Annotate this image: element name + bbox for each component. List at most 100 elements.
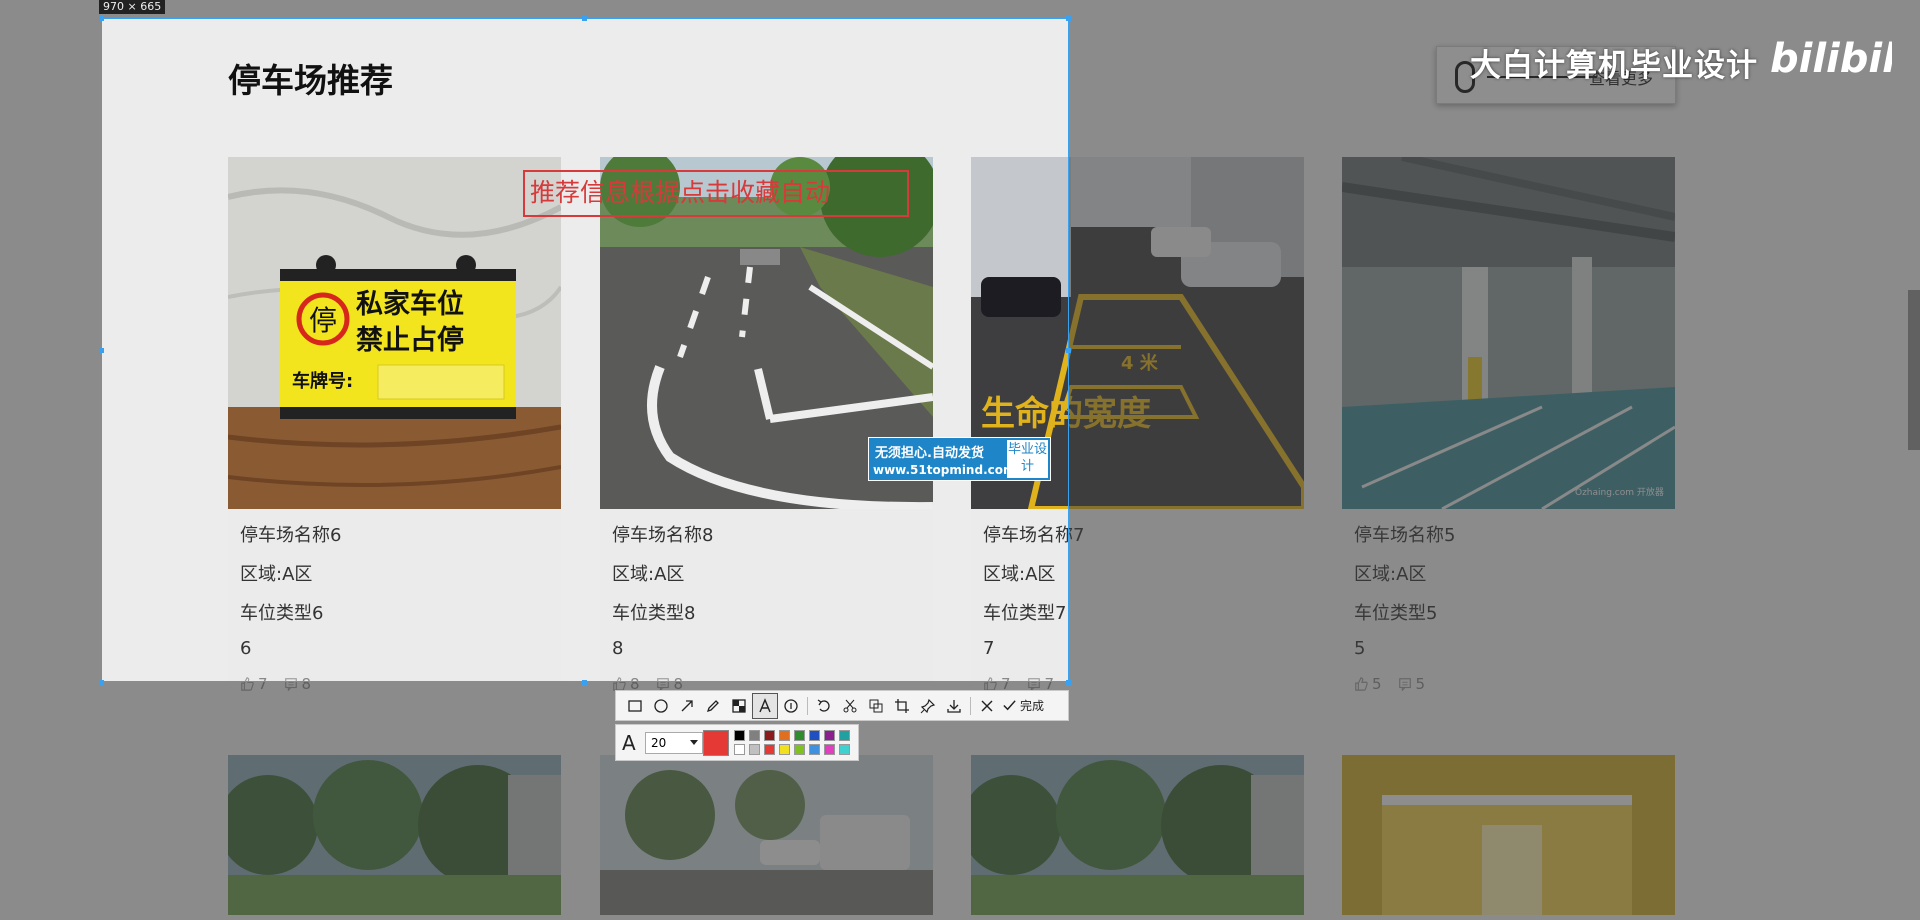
park-trees-image — [228, 755, 561, 915]
save-button[interactable] — [941, 693, 967, 719]
color-swatch[interactable] — [734, 744, 745, 755]
screenshot-selection[interactable] — [101, 18, 1069, 682]
image-credit: Ozhaing.com 开放器 — [1575, 486, 1664, 498]
font-size-select[interactable]: 20 — [645, 732, 703, 754]
color-swatch[interactable] — [839, 730, 850, 741]
pencil-icon — [706, 699, 719, 712]
resize-handle[interactable] — [99, 16, 104, 21]
annotation-text-box[interactable]: 推荐信息根据点击收藏自动 — [523, 170, 909, 217]
toolbar-separator — [970, 696, 971, 715]
color-swatch[interactable] — [749, 744, 760, 755]
cut-button[interactable] — [837, 693, 863, 719]
color-swatch[interactable] — [794, 744, 805, 755]
parking-image[interactable]: Ozhaing.com 开放器 — [1342, 157, 1675, 509]
undo-icon — [817, 698, 830, 712]
ad-badge: 无须担心.自动发货 www.51topmind.com 毕业设计 — [868, 437, 1051, 481]
color-swatch[interactable] — [809, 730, 820, 741]
page-scrollbar[interactable] — [1908, 290, 1920, 450]
road-distance: 4 米 — [1121, 352, 1159, 374]
arrow-tool[interactable] — [674, 693, 700, 719]
parking-card-row2[interactable] — [228, 755, 561, 915]
numbered-circle-icon — [784, 698, 798, 713]
color-swatch[interactable] — [779, 730, 790, 741]
bilibili-logo-icon: bilibili — [1770, 36, 1892, 82]
resize-handle[interactable] — [99, 348, 104, 353]
pin-button[interactable] — [915, 693, 941, 719]
resize-handle[interactable] — [1066, 16, 1071, 21]
ellipse-tool[interactable] — [648, 693, 674, 719]
street-parking-image — [600, 755, 933, 915]
mosaic-icon — [732, 698, 746, 713]
cancel-button[interactable] — [974, 693, 1000, 719]
rectangle-tool[interactable] — [622, 693, 648, 719]
font-size-value: 20 — [651, 736, 667, 750]
ad-line1: 无须担心.自动发货 — [875, 446, 984, 461]
crop-button[interactable] — [889, 693, 915, 719]
done-label: 完成 — [1020, 699, 1045, 713]
text-a-icon — [759, 697, 771, 712]
check-icon — [1003, 700, 1016, 711]
park-trees-image-2 — [971, 755, 1304, 915]
screenshot-toolbar: 完成 — [615, 690, 1069, 721]
color-swatch[interactable] — [839, 744, 850, 755]
color-swatch[interactable] — [764, 744, 775, 755]
close-icon — [981, 700, 993, 711]
undo-button[interactable] — [811, 693, 837, 719]
resize-handle[interactable] — [1066, 680, 1071, 685]
mosaic-tool[interactable] — [726, 693, 752, 719]
color-swatch[interactable] — [824, 730, 835, 741]
parking-type: 车位类型5 — [1354, 603, 1438, 624]
parking-area: 区域:A区 — [1354, 564, 1427, 585]
pen-tool[interactable] — [700, 693, 726, 719]
selection-dimension-label: 970 × 665 — [99, 0, 166, 14]
like-count: 5 — [1372, 675, 1382, 693]
download-icon — [947, 699, 961, 713]
watermark-logo-text: bilibili — [1770, 36, 1892, 82]
ad-box: 毕业设计 — [1007, 440, 1048, 478]
rectangle-icon — [628, 699, 642, 712]
text-style-toolbar: A 20 — [615, 724, 859, 761]
color-swatch[interactable] — [764, 730, 775, 741]
color-swatch[interactable] — [824, 744, 835, 755]
comment-count: 5 — [1415, 675, 1426, 693]
crop-icon — [895, 698, 909, 713]
done-button[interactable]: 完成 — [1002, 697, 1044, 714]
color-swatch[interactable] — [734, 730, 745, 741]
dim-left — [0, 18, 101, 682]
text-tool[interactable] — [752, 692, 778, 719]
parking-card-row2[interactable] — [1342, 755, 1675, 915]
resize-handle[interactable] — [582, 680, 587, 685]
parking-price: 5 — [1354, 638, 1366, 659]
current-color-swatch[interactable] — [703, 730, 729, 756]
like-stat[interactable]: 5 — [1354, 675, 1382, 693]
thumb-up-icon — [1355, 677, 1368, 691]
ad-line2: www.51topmind.com — [873, 463, 1016, 477]
number-tool[interactable] — [778, 693, 804, 719]
dim-top — [0, 0, 1920, 18]
font-icon: A — [622, 731, 636, 755]
parking-name[interactable]: 停车场名称5 — [1354, 521, 1455, 547]
resize-handle[interactable] — [1066, 348, 1071, 353]
underground-parking-image: Ozhaing.com 开放器 — [1342, 157, 1675, 509]
color-swatch[interactable] — [749, 730, 760, 741]
page: 停车场推荐 查看更多 停 私家车位 禁止占停 车牌号: 停车场名称6 区域:A区… — [0, 0, 1920, 920]
color-swatch[interactable] — [809, 744, 820, 755]
parking-stats: 5 5 — [1354, 675, 1425, 693]
color-swatch[interactable] — [779, 744, 790, 755]
arrow-icon — [681, 699, 693, 711]
toolbar-separator — [807, 696, 808, 715]
watermark-title: 大白计算机毕业设计 — [1470, 48, 1758, 84]
pin-icon — [920, 698, 936, 713]
resize-handle[interactable] — [582, 16, 587, 21]
parking-card-row2[interactable] — [971, 755, 1304, 915]
color-swatch[interactable] — [794, 730, 805, 741]
parking-card-row2[interactable] — [600, 755, 933, 915]
copy-button[interactable] — [863, 693, 889, 719]
comment-stat[interactable]: 5 — [1398, 675, 1426, 693]
chevron-down-icon — [690, 740, 698, 745]
resize-handle[interactable] — [99, 680, 104, 685]
parking-card[interactable]: Ozhaing.com 开放器 停车场名称5 区域:A区 车位类型5 5 5 5 — [1342, 157, 1675, 707]
scissors-icon — [843, 699, 857, 712]
garage-yellow-image — [1342, 755, 1675, 915]
circle-icon — [654, 698, 668, 713]
